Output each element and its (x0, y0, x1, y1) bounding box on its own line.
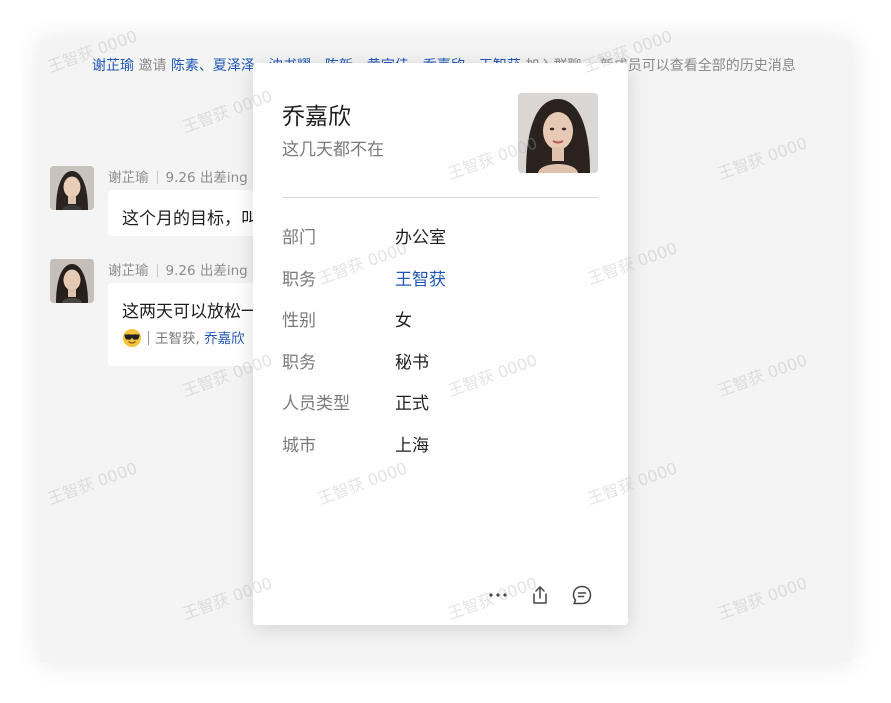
field-label: 人员类型 (282, 394, 350, 414)
more-icon[interactable] (486, 583, 510, 607)
message-meta: 谢芷瑜 9.26 出差ing (108, 259, 248, 279)
inviter-link[interactable]: 谢芷瑜 (92, 58, 134, 74)
profile-status: 这几天都不在 (282, 140, 384, 160)
field-label: 城市 (282, 435, 316, 456)
field-label: 职务 (282, 352, 316, 373)
sender-note: 9.26 出差ing (165, 263, 248, 279)
message-text: 这两天可以放松一 (122, 302, 258, 322)
meta-separator (156, 264, 158, 277)
reaction-divider (148, 331, 149, 345)
field-value: 办公室 (395, 228, 446, 248)
field-value: 正式 (395, 394, 429, 414)
sender-note: 9.26 出差ing (165, 170, 248, 186)
profile-divider (282, 197, 599, 198)
invite-verb: 邀请 (138, 58, 167, 74)
field-value-link[interactable]: 王智获 (395, 265, 446, 290)
reaction-users: 王智获, (155, 331, 200, 347)
field-value: 上海 (395, 435, 429, 456)
message-meta: 谢芷瑜 9.26 出差ing (108, 166, 248, 186)
field-value: 秘书 (395, 352, 429, 373)
meta-separator (156, 171, 158, 184)
field-label: 职务 (282, 269, 316, 290)
message-text: 这个月的目标，叫 (122, 209, 258, 229)
avatar[interactable] (50, 259, 94, 303)
reaction-user-link[interactable]: 乔嘉欣 (204, 331, 245, 347)
history-note: 新成员可以查看全部的历史消息 (599, 58, 796, 74)
sender-name[interactable]: 谢芷瑜 (108, 170, 149, 186)
profile-name: 乔嘉欣 (282, 104, 351, 130)
field-label: 部门 (282, 228, 316, 248)
field-value: 女 (395, 311, 412, 331)
profile-card: 乔嘉欣 这几天都不在 部门 办公室 职务 王智获 性别 女 职务 秘书 人员类型… (253, 63, 628, 625)
sender-name[interactable]: 谢芷瑜 (108, 263, 149, 279)
share-icon[interactable] (528, 583, 552, 607)
reaction-row[interactable]: 王智获, 乔嘉欣 (122, 327, 245, 348)
sunglasses-emoji-icon (122, 328, 142, 348)
chat-icon[interactable] (570, 583, 594, 607)
field-label: 性别 (282, 311, 316, 331)
profile-actions (486, 582, 594, 608)
profile-photo[interactable] (518, 93, 598, 173)
avatar[interactable] (50, 166, 94, 210)
